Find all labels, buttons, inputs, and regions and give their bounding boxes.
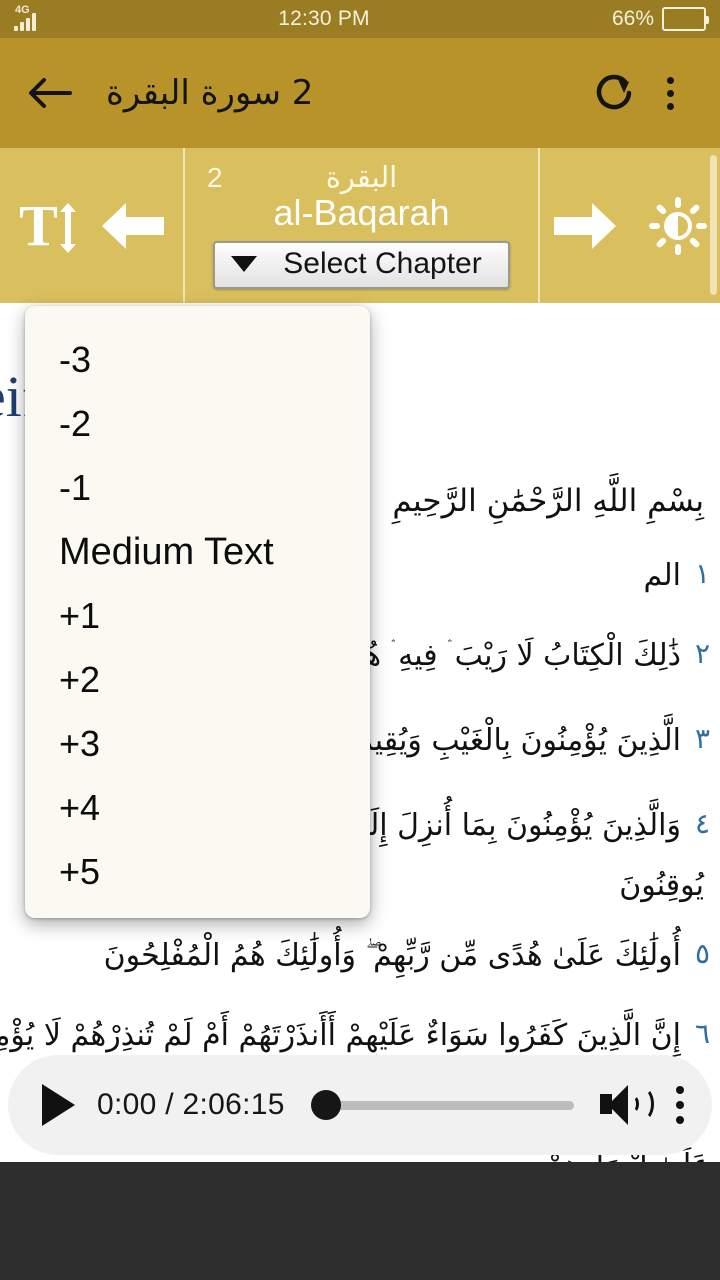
battery-icon bbox=[662, 7, 709, 31]
player-seek-knob[interactable] bbox=[310, 1090, 341, 1120]
verse-number: ٤ bbox=[694, 807, 710, 840]
reader-toolbar-right-group bbox=[540, 148, 720, 303]
reader-toolbar-left-group: T bbox=[0, 148, 185, 303]
text-size-option-plus-1[interactable]: +1 bbox=[25, 584, 370, 648]
reader-toolbar: T 2 البقرة al-Baqarah Select Chapter bbox=[0, 148, 720, 303]
verse-row: ٤ وَالَّذِينَ يُؤْمِنُونَ بِمَا أُنزِلَ … bbox=[312, 803, 710, 848]
verse-text: الَّذِينَ يُؤْمِنُونَ بِالْغَيْبِ وَيُقِ… bbox=[319, 723, 681, 758]
verse-number: ٢ bbox=[694, 637, 710, 670]
verse-row: ١ الم bbox=[644, 553, 711, 598]
text-size-option-plus-4[interactable]: +4 bbox=[25, 776, 370, 840]
status-bar-clock: 12:30 PM bbox=[278, 7, 370, 30]
verse-row: ٣ الَّذِينَ يُؤْمِنُونَ بِالْغَيْبِ وَيُ… bbox=[320, 718, 710, 763]
text-size-option-minus-1[interactable]: -1 bbox=[25, 456, 370, 520]
bismillah-text: بِسْمِ اللَّهِ الرَّحْمَٰنِ الرَّحِيمِ bbox=[392, 483, 704, 519]
chapter-number: 2 bbox=[207, 162, 223, 193]
app-bar: 2 سورة البقرة bbox=[0, 38, 720, 148]
app-screen: 4G 12:30 PM 66% 2 سورة البقرة T 2 البقرة… bbox=[0, 0, 720, 1280]
verse-number: ٣ bbox=[694, 722, 710, 755]
verse-number: ١ bbox=[694, 557, 710, 590]
chapter-selector-group: 2 البقرة al-Baqarah Select Chapter bbox=[185, 148, 540, 303]
chapter-name-arabic: البقرة bbox=[325, 159, 398, 194]
player-seek-slider[interactable] bbox=[310, 1090, 574, 1120]
verse-row: ٦ إِنَّ الَّذِينَ كَفَرُوا سَوَاءٌ عَلَي… bbox=[0, 1013, 710, 1058]
system-navigation-bar bbox=[0, 1162, 720, 1280]
text-size-option-minus-3[interactable]: -3 bbox=[25, 328, 370, 392]
caret-down-icon bbox=[231, 256, 258, 273]
verse-number: ٥ bbox=[694, 937, 710, 970]
refresh-icon[interactable] bbox=[586, 65, 642, 121]
verse-number: ٦ bbox=[694, 1017, 710, 1050]
player-time-display: 0:00 / 2:06:15 bbox=[97, 1088, 285, 1121]
vertical-scrollbar[interactable] bbox=[710, 155, 717, 295]
status-bar-right: 66% bbox=[611, 7, 709, 31]
network-type-label: 4G bbox=[15, 4, 30, 16]
text-size-option-plus-3[interactable]: +3 bbox=[25, 712, 370, 776]
verse-text: إِنَّ الَّذِينَ كَفَرُوا سَوَاءٌ عَلَيْه… bbox=[0, 1018, 681, 1053]
previous-chapter-arrow-icon[interactable] bbox=[101, 202, 164, 249]
text-size-option-plus-2[interactable]: +2 bbox=[25, 648, 370, 712]
text-size-option-minus-2[interactable]: -2 bbox=[25, 392, 370, 456]
status-bar: 4G 12:30 PM 66% bbox=[0, 0, 720, 38]
overflow-menu-icon[interactable] bbox=[642, 65, 698, 121]
chapter-name-latin: al-Baqarah bbox=[273, 191, 450, 233]
text-size-option-plus-5[interactable]: +5 bbox=[25, 840, 370, 904]
back-arrow-icon[interactable] bbox=[22, 66, 76, 120]
verse-text: الم bbox=[643, 558, 681, 593]
next-chapter-arrow-icon[interactable] bbox=[554, 202, 616, 249]
select-chapter-label: Select Chapter bbox=[283, 247, 482, 281]
verse-continuation: يُوقِنُونَ bbox=[619, 868, 704, 903]
text-size-option-medium[interactable]: Medium Text bbox=[25, 520, 370, 584]
audio-player: 0:00 / 2:06:15 bbox=[8, 1055, 712, 1155]
signal-bars-icon: 4G bbox=[14, 4, 36, 31]
battery-percent-label: 66% bbox=[611, 7, 654, 30]
player-overflow-menu-icon[interactable] bbox=[670, 1086, 684, 1124]
verse-row: ٥ أُولَٰئِكَ عَلَىٰ هُدًى مِّن رَّبِّهِم… bbox=[104, 933, 710, 978]
select-chapter-dropdown[interactable]: Select Chapter bbox=[213, 241, 510, 290]
page-title: 2 سورة البقرة bbox=[106, 73, 314, 113]
player-seek-track bbox=[310, 1100, 574, 1110]
text-size-menu: -3 -2 -1 Medium Text +1 +2 +3 +4 +5 bbox=[25, 306, 370, 918]
brightness-icon[interactable] bbox=[649, 196, 707, 255]
volume-icon[interactable] bbox=[600, 1083, 654, 1127]
status-bar-left: 4G bbox=[14, 4, 36, 31]
play-icon[interactable] bbox=[42, 1084, 75, 1126]
verse-text: أُولَٰئِكَ عَلَىٰ هُدًى مِّن رَّبِّهِمْ … bbox=[103, 938, 681, 973]
text-size-icon[interactable]: T bbox=[19, 196, 76, 255]
